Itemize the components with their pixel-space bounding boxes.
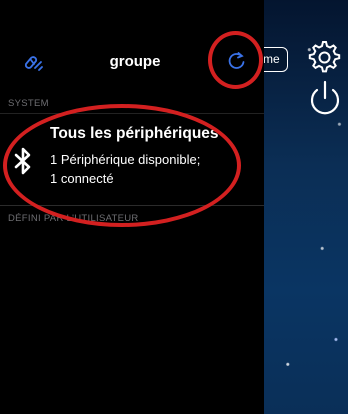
app-screen: me groupe SYSTEM Tous les périphériques … — [0, 0, 348, 414]
power-icon[interactable] — [306, 78, 344, 118]
section-header-system: SYSTEM — [8, 98, 49, 109]
annotation-ellipse-device — [3, 104, 241, 227]
name-button-label: me — [263, 52, 280, 66]
page-title: groupe — [109, 53, 161, 70]
annotation-circle-refresh — [208, 31, 263, 89]
gear-icon[interactable] — [305, 38, 341, 74]
link-edit-icon[interactable] — [20, 50, 46, 74]
